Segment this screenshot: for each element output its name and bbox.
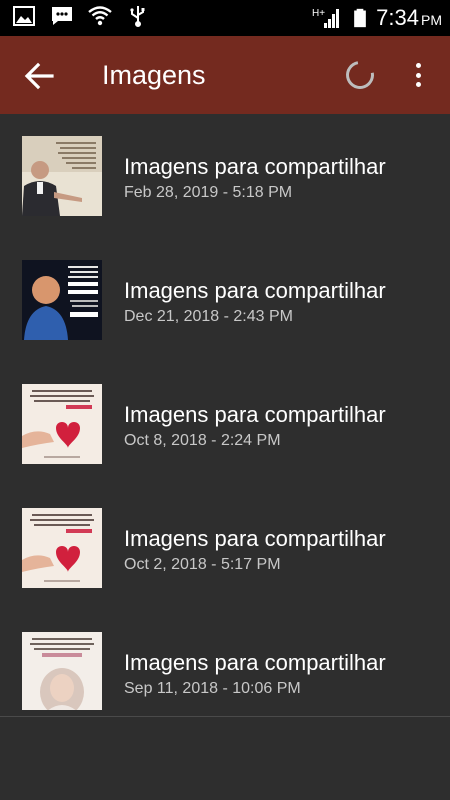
list-item[interactable]: Imagens para compartilhar Dec 21, 2018 -… (0, 238, 450, 362)
usb-icon (130, 6, 145, 27)
list-item[interactable]: Imagens para compartilhar Feb 28, 2019 -… (0, 114, 450, 238)
bottom-divider (0, 716, 450, 717)
heart-hand-quote-image (22, 508, 102, 588)
item-date: Dec 21, 2018 - 2:43 PM (124, 308, 293, 325)
item-title: Imagens para compartilhar (124, 526, 386, 551)
woman-quote-image (22, 632, 102, 710)
heart-hand-quote-thumbnail (22, 508, 102, 588)
overflow-menu-icon[interactable] (408, 60, 428, 90)
item-title: Imagens para compartilhar (124, 650, 386, 675)
list-item[interactable]: Imagens para compartilhar Oct 2, 2018 - … (0, 486, 450, 610)
message-icon (52, 7, 72, 25)
item-date: Sep 11, 2018 - 10:06 PM (124, 680, 301, 697)
back-arrow-icon[interactable] (22, 59, 56, 93)
heart-hand-quote-image (22, 384, 102, 464)
status-right: H+ 7:34 PM (310, 0, 442, 36)
status-bar: H+ 7:34 PM (0, 0, 450, 36)
battery-icon (354, 8, 367, 28)
page-title: Imagens (102, 60, 206, 90)
app-bar: Imagens (0, 36, 450, 114)
item-date: Oct 8, 2018 - 2:24 PM (124, 432, 281, 449)
item-date: Feb 28, 2019 - 5:18 PM (124, 184, 293, 201)
item-title: Imagens para compartilhar (124, 402, 386, 427)
image-list: Imagens para compartilhar Feb 28, 2019 -… (0, 114, 450, 710)
svg-text:H+: H+ (312, 8, 325, 19)
signal-icon: H+ (312, 8, 340, 28)
woman-quote-thumbnail (22, 632, 102, 710)
loading-spinner-icon (340, 55, 380, 95)
preacher-quote-thumbnail (22, 136, 102, 216)
heart-hand-quote-thumbnail (22, 384, 102, 464)
clock: 7:34 PM (376, 5, 442, 31)
list-item[interactable]: Imagens para compartilhar Oct 8, 2018 - … (0, 362, 450, 486)
item-title: Imagens para compartilhar (124, 154, 386, 179)
image-icon (13, 6, 35, 26)
clock-time: 7:34 (376, 5, 419, 30)
item-date: Oct 2, 2018 - 5:17 PM (124, 556, 281, 573)
clock-ampm: PM (421, 12, 442, 28)
man-portrait-quote-thumbnail (22, 260, 102, 340)
status-left-icons (12, 4, 150, 28)
wifi-icon (88, 6, 112, 26)
man-portrait-quote-image (22, 260, 102, 340)
list-item[interactable]: Imagens para compartilhar Sep 11, 2018 -… (0, 610, 450, 710)
preacher-quote-image (22, 136, 102, 216)
item-title: Imagens para compartilhar (124, 278, 386, 303)
